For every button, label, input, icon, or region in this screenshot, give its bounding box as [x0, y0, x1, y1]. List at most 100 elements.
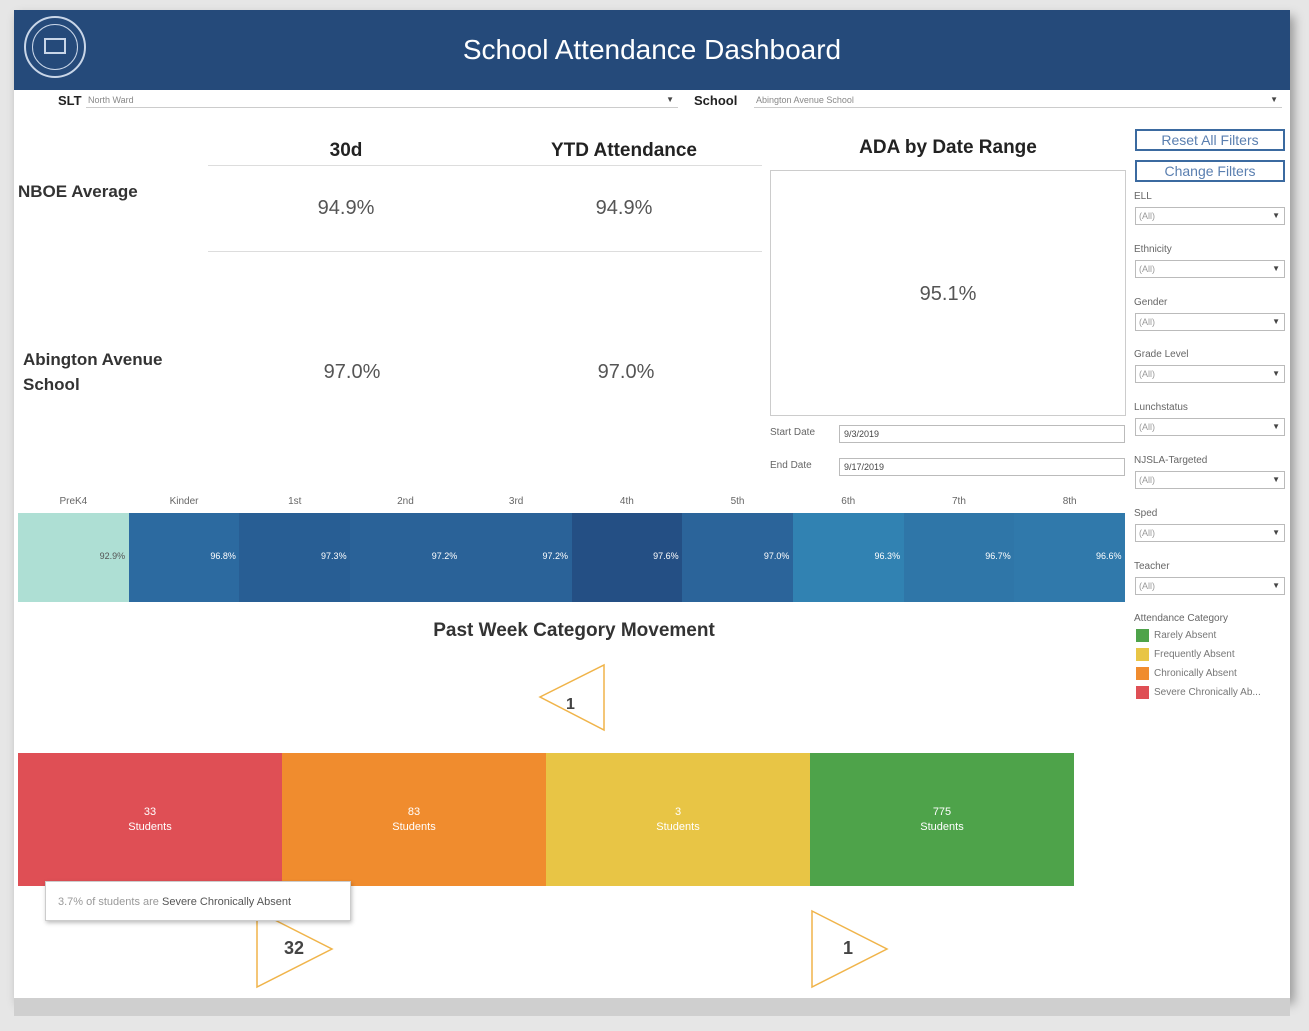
grade-label: 2nd: [397, 496, 414, 507]
school-row-label-line2: School: [23, 375, 80, 394]
ada-title: ADA by Date Range: [859, 137, 1037, 158]
end-date-label: End Date: [770, 460, 812, 471]
chevron-down-icon: ▼: [666, 95, 674, 104]
filter-select[interactable]: (All) ▼: [1135, 576, 1285, 595]
filter-select[interactable]: (All) ▼: [1135, 523, 1285, 542]
grade-label: 4th: [619, 496, 634, 507]
filter-label: Grade Level: [1134, 349, 1189, 361]
grade-label: PreK4: [59, 496, 88, 507]
grade-bar[interactable]: 92.9%: [18, 513, 130, 602]
legend-item[interactable]: Chronically Absent: [1136, 667, 1237, 680]
filter-select[interactable]: (All) ▼: [1135, 207, 1285, 225]
movement-top-count: 1: [566, 696, 575, 713]
end-date-input[interactable]: 9/17/2019: [839, 458, 1125, 476]
filter-label: Sped: [1134, 507, 1158, 519]
category-bar-text: 3 Students: [546, 805, 810, 835]
school-select[interactable]: Abington Avenue School ▼: [754, 92, 1282, 108]
tooltip-category: Severe Chronically Absent: [161, 896, 291, 908]
grade-value: 97.0%: [763, 551, 790, 561]
filter-select-value: (All): [1139, 475, 1155, 485]
filter-select[interactable]: (All) ▼: [1135, 365, 1285, 384]
legend-swatch: [1136, 648, 1149, 661]
filter-select-value: (All): [1139, 369, 1155, 380]
filter-label: Teacher: [1134, 560, 1170, 572]
category-bar[interactable]: 33 Students: [18, 753, 282, 886]
chevron-down-icon: ▼: [1272, 475, 1280, 484]
legend-swatch: [1136, 667, 1149, 680]
category-bar-text: 33 Students: [18, 805, 282, 835]
category-unit: Students: [656, 821, 700, 833]
nboe-30d-value: 94.9%: [317, 197, 375, 219]
movement-left-count: 32: [284, 938, 305, 958]
chevron-down-icon: ▼: [1272, 527, 1280, 537]
category-tooltip: 3.7% of students are Severe Chronically …: [45, 881, 351, 921]
start-date-input[interactable]: 9/3/2019: [839, 425, 1125, 443]
grade-label: 7th: [951, 496, 966, 507]
legend-swatch: [1136, 686, 1149, 699]
divider: [208, 165, 762, 166]
ada-panel: 95.1%: [770, 170, 1126, 416]
legend-swatch: [1136, 629, 1149, 642]
filter-select[interactable]: (All) ▼: [1135, 418, 1285, 437]
grade-bar[interactable]: 96.6%: [1014, 513, 1126, 602]
filter-select-value: (All): [1139, 211, 1155, 221]
grade-value: 96.3%: [874, 551, 901, 561]
legend-item[interactable]: Rarely Absent: [1136, 629, 1216, 642]
grade-bar[interactable]: 97.0%: [682, 513, 794, 602]
category-unit: Students: [920, 821, 964, 833]
legend-label: Severe Chronically Ab...: [1154, 687, 1261, 698]
school-row-label: Abington Avenue School: [23, 347, 162, 397]
grade-bar[interactable]: 96.8%: [128, 513, 240, 602]
grade-value: 92.9%: [99, 551, 126, 561]
grade-label: Kinder: [169, 496, 199, 507]
grade-label: 1st: [288, 496, 302, 507]
change-filters-button[interactable]: Change Filters: [1135, 160, 1285, 182]
legend-item[interactable]: Severe Chronically Ab...: [1136, 686, 1261, 699]
filter-select-value: (All): [1139, 580, 1155, 591]
tooltip-pct: 3.7%: [58, 896, 84, 908]
grade-bar[interactable]: 96.7%: [903, 513, 1015, 602]
shadow: [14, 998, 1290, 1016]
nboe-average-label: NBOE Average: [18, 182, 138, 201]
filter-select[interactable]: (All) ▼: [1135, 259, 1285, 278]
chevron-down-icon: ▼: [1272, 263, 1280, 273]
grade-value: 97.2%: [431, 551, 458, 561]
category-bar[interactable]: 775 Students: [810, 753, 1074, 886]
grade-bar[interactable]: 97.3%: [239, 513, 351, 602]
grade-value: 96.7%: [985, 551, 1011, 561]
category-bar[interactable]: 3 Students: [546, 753, 810, 886]
filter-label: Lunchstatus: [1134, 402, 1188, 414]
legend-item[interactable]: Frequently Absent: [1136, 648, 1235, 661]
chevron-down-icon: ▼: [1272, 422, 1280, 432]
grade-label: 5th: [730, 496, 745, 507]
chevron-down-icon: ▼: [1272, 211, 1280, 220]
grade-value: 97.3%: [321, 551, 347, 561]
col-header-30d: 30d: [329, 140, 363, 161]
grade-bar[interactable]: 97.6%: [571, 513, 683, 602]
category-unit: Students: [392, 821, 436, 833]
grade-bar[interactable]: 97.2%: [460, 513, 572, 602]
filter-select[interactable]: (All) ▼: [1135, 312, 1285, 331]
slt-select[interactable]: North Ward ▼: [86, 92, 678, 108]
legend-label: Rarely Absent: [1154, 630, 1217, 641]
ada-value: 95.1%: [919, 283, 977, 305]
category-unit: Students: [128, 821, 172, 833]
school-select-value: Abington Avenue School: [756, 95, 854, 105]
filter-select[interactable]: (All) ▼: [1135, 471, 1285, 489]
grade-label: 6th: [841, 496, 856, 507]
col-header-ytd: YTD Attendance: [550, 140, 698, 161]
category-bar[interactable]: 83 Students: [282, 753, 546, 886]
filter-select-value: (All): [1139, 263, 1155, 274]
grade-bar[interactable]: 97.2%: [350, 513, 462, 602]
filter-select-value: (All): [1139, 316, 1155, 327]
grade-label: 3rd: [508, 496, 524, 507]
grade-value: 97.2%: [542, 551, 568, 561]
school-ytd-value: 97.0%: [597, 361, 655, 383]
grade-bar[interactable]: 96.3%: [792, 513, 905, 602]
category-count: 33: [143, 806, 157, 818]
category-count: 3: [674, 806, 682, 818]
filter-label: Gender: [1134, 296, 1168, 308]
school-row-label-line1: Abington Avenue: [23, 350, 163, 369]
reset-all-filters-button[interactable]: Reset All Filters: [1135, 129, 1285, 151]
legend-title: Attendance Category: [1134, 613, 1228, 624]
